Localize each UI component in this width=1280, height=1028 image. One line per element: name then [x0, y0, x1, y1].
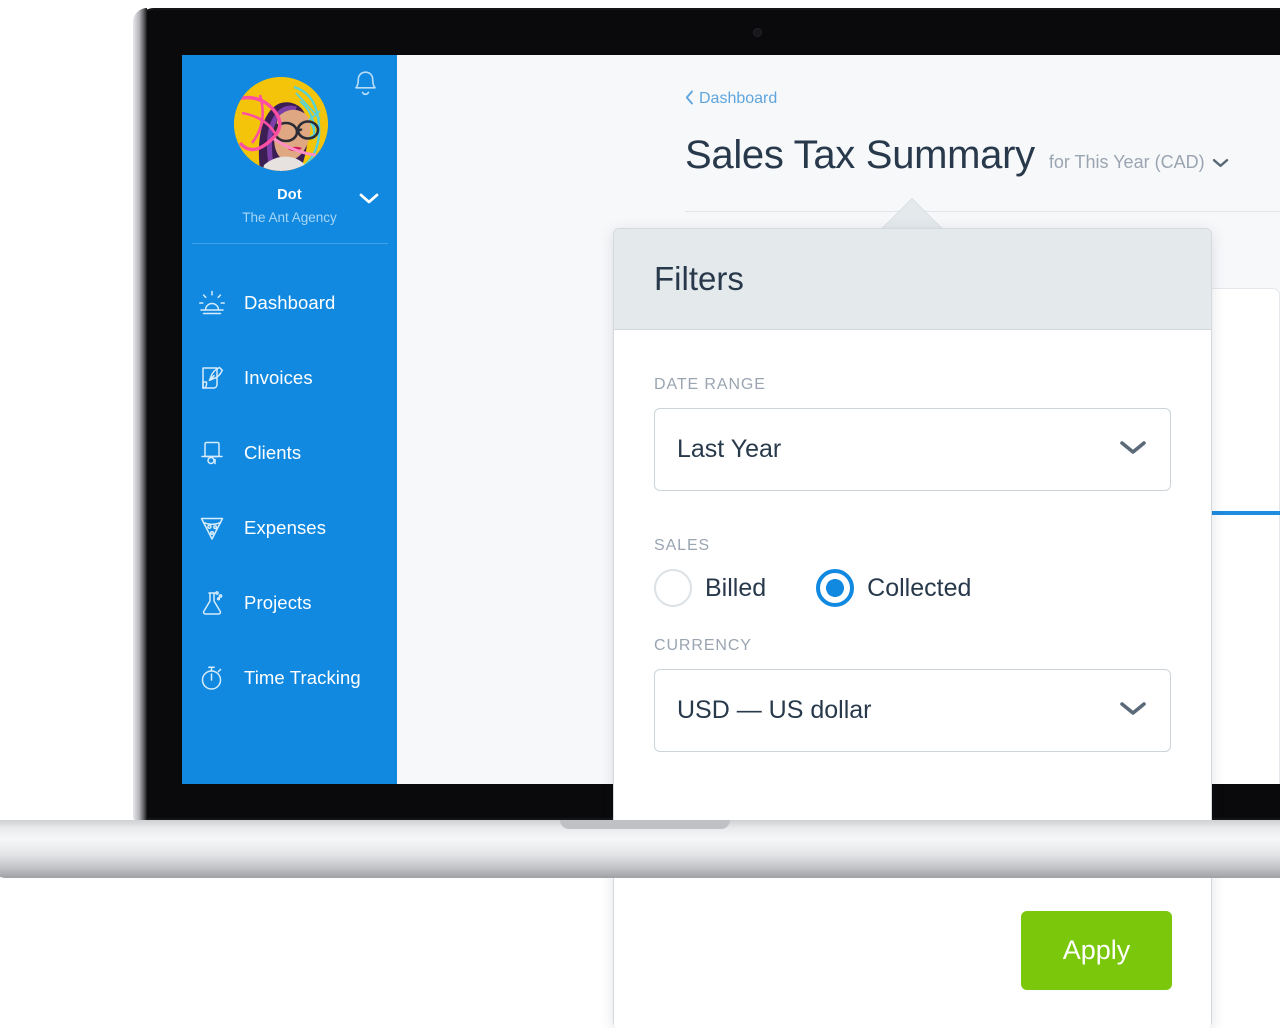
filters-body: DATE RANGE Last Year SALES Billed Collec…	[614, 330, 1211, 752]
profile-dropdown-button[interactable]	[358, 190, 380, 206]
laptop-lid-edge	[133, 8, 147, 820]
bell-icon	[352, 69, 379, 104]
sidebar-item-invoices[interactable]: Invoices	[182, 340, 397, 415]
sales-option-collected[interactable]: Collected	[816, 569, 971, 607]
radio-selected-icon	[816, 569, 855, 607]
chevron-down-icon	[1212, 153, 1229, 174]
sidebar-item-label: Time Tracking	[244, 666, 361, 688]
sidebar-item-dashboard[interactable]: Dashboard	[182, 265, 397, 340]
sunrise-icon	[194, 285, 230, 321]
breadcrumb-label: Dashboard	[699, 90, 778, 107]
report-scope-selector[interactable]: for This Year (CAD)	[1049, 152, 1229, 173]
briefcase-icon	[194, 435, 230, 471]
filters-title: Filters	[654, 260, 744, 297]
sidebar-item-time-tracking[interactable]: Time Tracking	[182, 640, 397, 715]
sidebar: Dot The Ant Agency Dashboard Invoices Cl…	[182, 55, 397, 784]
screenshot-root: Dot The Ant Agency Dashboard Invoices Cl…	[0, 0, 1280, 1028]
invoice-quill-icon	[194, 360, 230, 396]
filters-footer: Apply	[614, 865, 1211, 1028]
sales-radio-group: Billed Collected	[654, 569, 1171, 607]
page-title: Sales Tax Summary	[685, 133, 1035, 177]
date-range-select[interactable]: Last Year	[654, 408, 1171, 491]
report-scope-label: for This Year (CAD)	[1048, 152, 1205, 172]
title-row: Sales Tax Summary for This Year (CAD)	[685, 133, 1229, 178]
notifications-button[interactable]	[348, 69, 382, 103]
filters-header: Filters	[614, 229, 1211, 330]
chevron-down-icon	[1118, 696, 1148, 725]
breadcrumb[interactable]: Dashboard	[685, 90, 777, 108]
filters-popover: Filters DATE RANGE Last Year SALES Bille…	[613, 228, 1212, 1028]
laptop-base-notch	[560, 820, 730, 829]
pizza-slice-icon	[194, 510, 230, 546]
date-range-label: DATE RANGE	[654, 376, 766, 393]
currency-select[interactable]: USD — US dollar	[654, 669, 1171, 752]
sidebar-item-clients[interactable]: Clients	[182, 415, 397, 490]
avatar[interactable]	[234, 77, 328, 171]
sidebar-nav: Dashboard Invoices Clients Expenses Proj…	[182, 265, 397, 715]
sales-option-billed[interactable]: Billed	[654, 569, 766, 607]
flask-icon	[194, 585, 230, 621]
sidebar-item-expenses[interactable]: Expenses	[182, 490, 397, 565]
radio-icon	[654, 569, 692, 607]
chevron-down-icon	[1118, 435, 1148, 464]
currency-label: CURRENCY	[654, 637, 752, 654]
sales-label: SALES	[654, 537, 711, 554]
sidebar-item-label: Expenses	[244, 516, 327, 538]
apply-button[interactable]: Apply	[1021, 911, 1172, 990]
sidebar-item-label: Invoices	[244, 366, 313, 388]
profile-organization: The Ant Agency	[242, 210, 337, 225]
popover-arrow	[882, 199, 942, 229]
sidebar-item-label: Dashboard	[244, 291, 336, 313]
webcam-dot	[753, 28, 762, 37]
date-range-value: Last Year	[677, 435, 782, 463]
sidebar-divider	[192, 243, 388, 244]
currency-value: USD — US dollar	[677, 696, 872, 724]
sales-option-label: Billed	[705, 573, 767, 602]
header-divider	[685, 211, 1280, 212]
chevron-down-icon	[358, 193, 380, 210]
chevron-left-icon	[685, 90, 694, 108]
sales-option-label: Collected	[867, 573, 972, 602]
sidebar-item-projects[interactable]: Projects	[182, 565, 397, 640]
sidebar-item-label: Projects	[244, 591, 312, 613]
stopwatch-icon	[194, 660, 230, 696]
sidebar-item-label: Clients	[244, 441, 302, 463]
